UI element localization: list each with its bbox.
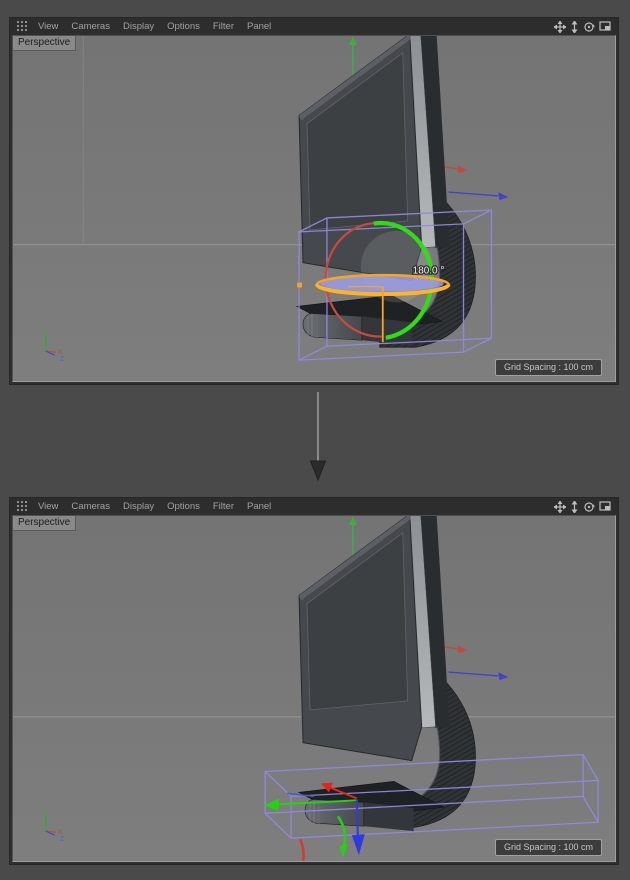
gizmo-handle-dot[interactable] [297, 283, 302, 288]
rotate-view-icon[interactable] [583, 501, 595, 513]
viewport-canvas[interactable]: Y X Z Perspective Grid Spacing : 100 cm [12, 515, 616, 862]
step-flow-arrow [307, 390, 329, 482]
viewport-canvas[interactable]: 180.0 ° Y X Z Perspective Grid Spacing :… [12, 35, 616, 382]
axis-x-label: X [58, 829, 63, 836]
axis-z-label: Z [60, 356, 65, 363]
toggle-panel-icon[interactable] [599, 21, 611, 32]
grid-handle-icon[interactable] [17, 21, 28, 32]
scene-rotate: 180.0 ° Y X Z [13, 36, 615, 381]
rotation-angle-readout: 180.0 ° [413, 266, 445, 277]
axis-z-label: Z [60, 836, 65, 843]
screenshot-rotate-step: View Cameras Display Options Filter Pane… [10, 18, 618, 384]
toggle-panel-icon[interactable] [599, 501, 611, 512]
grid-spacing-badge: Grid Spacing : 100 cm [495, 839, 602, 856]
rotate-view-icon[interactable] [583, 21, 595, 33]
scene-result: Y X Z [13, 516, 615, 861]
dolly-icon[interactable] [570, 501, 579, 513]
menu-item-cameras[interactable]: Cameras [71, 21, 110, 32]
axis-y-label: Y [42, 325, 47, 332]
menu-item-panel[interactable]: Panel [247, 501, 271, 512]
menu-item-display[interactable]: Display [123, 501, 154, 512]
menu-item-display[interactable]: Display [123, 21, 154, 32]
dolly-icon[interactable] [570, 21, 579, 33]
pan-icon[interactable] [554, 501, 566, 513]
menu-item-cameras[interactable]: Cameras [71, 501, 110, 512]
move-arrow-blue[interactable] [357, 799, 358, 836]
menu-item-view[interactable]: View [38, 21, 58, 32]
menu-item-options[interactable]: Options [167, 21, 200, 32]
view-mode-label: Perspective [13, 36, 76, 51]
vertical-grid-line [83, 36, 84, 245]
screenshot-result-step: View Cameras Display Options Filter Pane… [10, 498, 618, 864]
viewport-menubar: View Cameras Display Options Filter Pane… [10, 18, 618, 35]
tutorial-page: { "window": { "menu_items": ["View", "Ca… [0, 0, 630, 880]
grid-spacing-badge: Grid Spacing : 100 cm [495, 359, 602, 376]
menu-item-filter[interactable]: Filter [213, 21, 234, 32]
arrowhead-down-icon [311, 461, 326, 480]
viewport-menubar: View Cameras Display Options Filter Pane… [10, 498, 618, 515]
view-mode-label: Perspective [13, 516, 76, 531]
menu-item-options[interactable]: Options [167, 501, 200, 512]
axis-y-label: Y [42, 805, 47, 812]
axis-x-label: X [58, 349, 63, 356]
menu-item-filter[interactable]: Filter [213, 501, 234, 512]
grid-handle-icon[interactable] [17, 501, 28, 512]
menu-item-panel[interactable]: Panel [247, 21, 271, 32]
pan-icon[interactable] [554, 21, 566, 33]
menu-item-view[interactable]: View [38, 501, 58, 512]
